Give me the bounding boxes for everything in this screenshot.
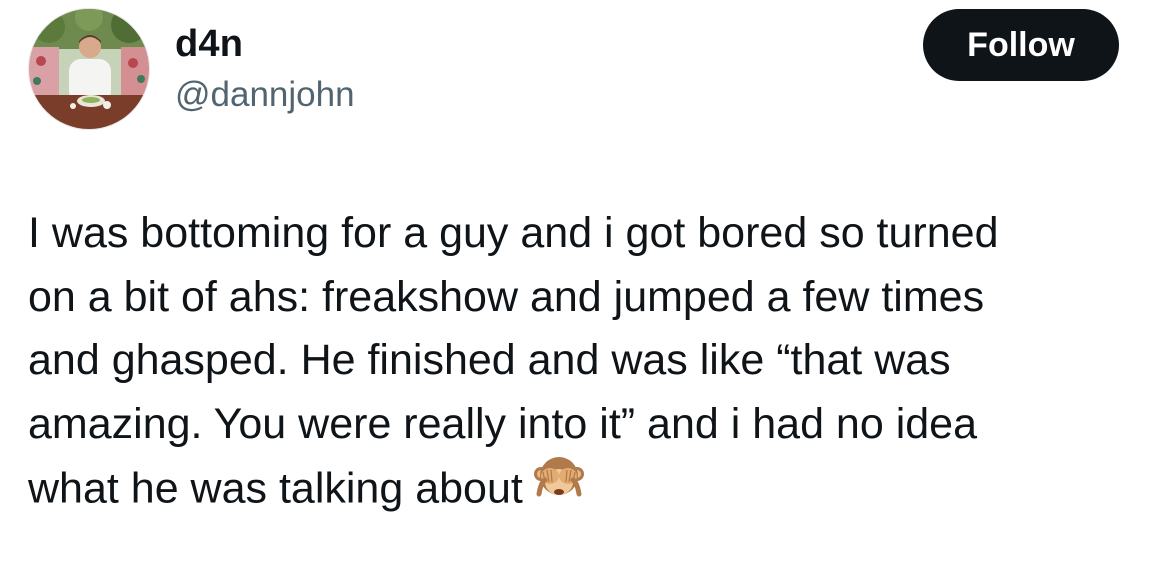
tweet-text: I was bottoming for a guy and i got bore… bbox=[28, 202, 1148, 527]
follow-button[interactable]: Follow bbox=[923, 9, 1119, 81]
tweet-line: I was bottoming for a guy and i got bore… bbox=[28, 209, 999, 257]
profile-photo-icon bbox=[29, 9, 149, 129]
tweet-line: on a bit of ahs: freakshow and jumped a … bbox=[28, 272, 985, 321]
tweet-line: and ghasped. He finished and was like “t… bbox=[28, 336, 951, 384]
tweet-last-line: what he was talking about bbox=[28, 456, 1148, 527]
see-no-evil-monkey-icon bbox=[533, 452, 585, 523]
avatar[interactable] bbox=[28, 8, 150, 130]
display-name[interactable]: d4n bbox=[175, 20, 243, 68]
user-handle[interactable]: @dannjohn bbox=[175, 72, 355, 118]
tweet-line: what he was talking about bbox=[28, 464, 523, 513]
tweet-line: amazing. You were really into it” and i … bbox=[28, 399, 978, 448]
